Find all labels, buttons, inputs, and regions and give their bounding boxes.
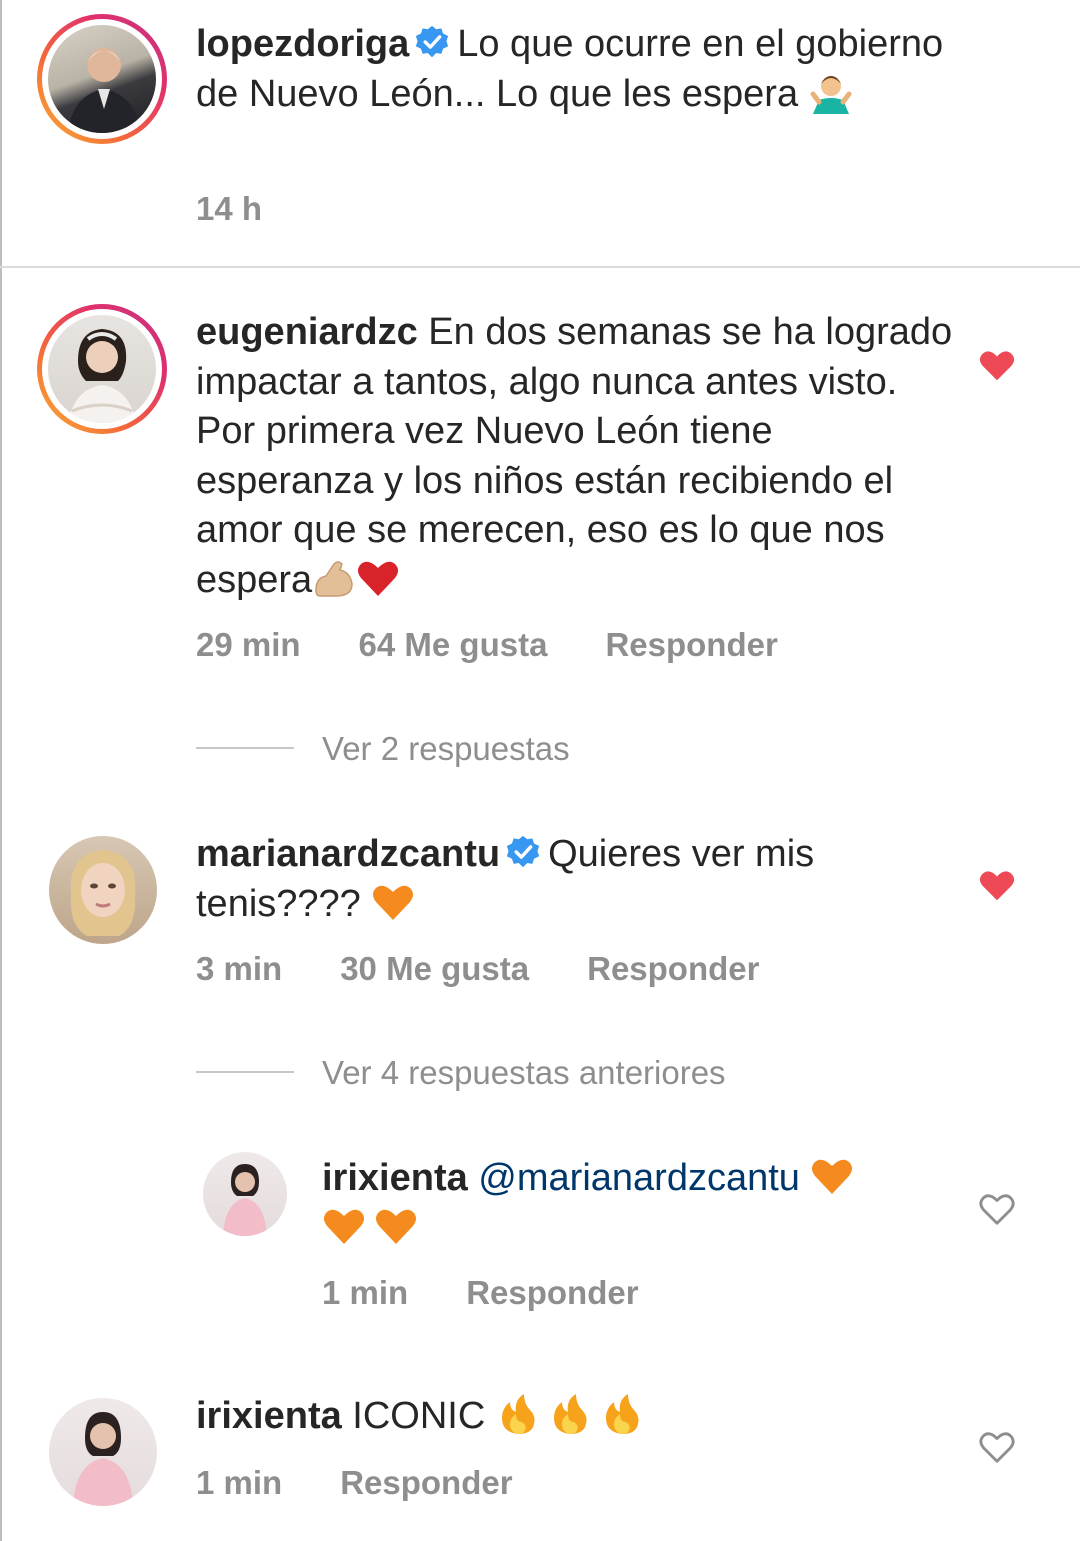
reply-mention[interactable]: @marianardzcantu	[478, 1157, 800, 1199]
fire-emoji	[501, 1394, 535, 1434]
view-replies-label: Ver 4 respuestas anteriores	[322, 1054, 726, 1091]
reply-button[interactable]: Responder	[587, 950, 759, 987]
view-replies-button[interactable]: Ver 2 respuestas	[196, 730, 570, 768]
reply-text-block: irixienta @marianardzcantu	[322, 1154, 922, 1253]
person-shrugging-emoji	[810, 75, 852, 114]
verified-badge-icon	[416, 25, 449, 58]
comment-time: 3 min	[196, 950, 283, 987]
comment-text-block: eugeniardzc En dos semanas se ha logrado…	[196, 308, 956, 605]
view-replies-button[interactable]: Ver 4 respuestas anteriores	[196, 1054, 726, 1092]
commenter-avatar[interactable]	[49, 836, 157, 944]
comment-username[interactable]: marianardzcantu	[196, 833, 500, 875]
reply-button[interactable]: Responder	[605, 626, 777, 663]
caption-username[interactable]: lopezdoriga	[196, 23, 409, 65]
commenter-avatar[interactable]	[203, 1152, 287, 1236]
comment-text-block: marianardzcantu Quieres ver mis tenis????	[196, 830, 956, 929]
orange-heart-emoji	[373, 885, 414, 920]
orange-heart-emoji	[812, 1159, 853, 1194]
orange-heart-emoji	[376, 1209, 416, 1244]
reply-irixienta: irixienta @marianardzcantu 1 min Responde…	[0, 1140, 1080, 1340]
heart-filled-icon[interactable]	[978, 346, 1016, 384]
post-caption: lopezdoriga Lo que ocurre en el gobierno …	[0, 0, 1080, 266]
comment-text: ICONIC	[352, 1395, 486, 1437]
caption-meta: 14 h	[196, 190, 320, 228]
heart-outline-icon[interactable]	[978, 1190, 1016, 1228]
comment-eugeniardzc: eugeniardzc En dos semanas se ha logrado…	[0, 268, 1080, 788]
author-avatar[interactable]	[37, 14, 167, 144]
reply-button[interactable]: Responder	[466, 1274, 638, 1311]
comment-likes[interactable]: 30 Me gusta	[340, 950, 529, 987]
comment-username[interactable]: irixienta	[196, 1395, 342, 1437]
commenter-avatar[interactable]	[49, 1398, 157, 1506]
replies-line	[196, 1071, 294, 1073]
comment-meta: 1 min Responder	[196, 1464, 571, 1502]
heart-outline-icon[interactable]	[978, 1428, 1016, 1466]
comment-username[interactable]: eugeniardzc	[196, 311, 418, 353]
fire-emoji	[553, 1394, 587, 1434]
reply-username[interactable]: irixienta	[322, 1157, 468, 1199]
caption-time: 14 h	[196, 190, 263, 227]
reply-time: 1 min	[322, 1274, 409, 1311]
flexed-biceps-emoji	[315, 560, 353, 597]
heart-filled-icon[interactable]	[978, 866, 1016, 904]
comment-marianardzcantu: marianardzcantu Quieres ver mis tenis????…	[0, 820, 1080, 1120]
verified-badge-icon	[506, 835, 540, 868]
orange-heart-emoji	[324, 1209, 364, 1244]
fire-emoji	[605, 1394, 639, 1434]
replies-line	[196, 747, 294, 749]
comment-meta: 3 min 30 Me gusta Responder	[196, 950, 817, 988]
comment-meta: 29 min 64 Me gusta Responder	[196, 626, 836, 664]
comment-likes[interactable]: 64 Me gusta	[359, 626, 548, 663]
reply-button[interactable]: Responder	[340, 1464, 512, 1501]
comment-time: 29 min	[196, 626, 301, 663]
reply-meta: 1 min Responder	[322, 1274, 697, 1312]
caption-text-block: lopezdoriga Lo que ocurre en el gobierno …	[196, 20, 956, 119]
red-heart-emoji	[358, 561, 399, 596]
comment-irixienta: irixienta ICONIC 1 min Responder	[0, 1380, 1080, 1541]
commenter-avatar[interactable]	[37, 304, 167, 434]
comment-text-block: irixienta ICONIC	[196, 1392, 956, 1442]
view-replies-label: Ver 2 respuestas	[322, 730, 570, 767]
comment-text: En dos semanas se ha logrado impactar a …	[196, 311, 953, 601]
comment-time: 1 min	[196, 1464, 283, 1501]
